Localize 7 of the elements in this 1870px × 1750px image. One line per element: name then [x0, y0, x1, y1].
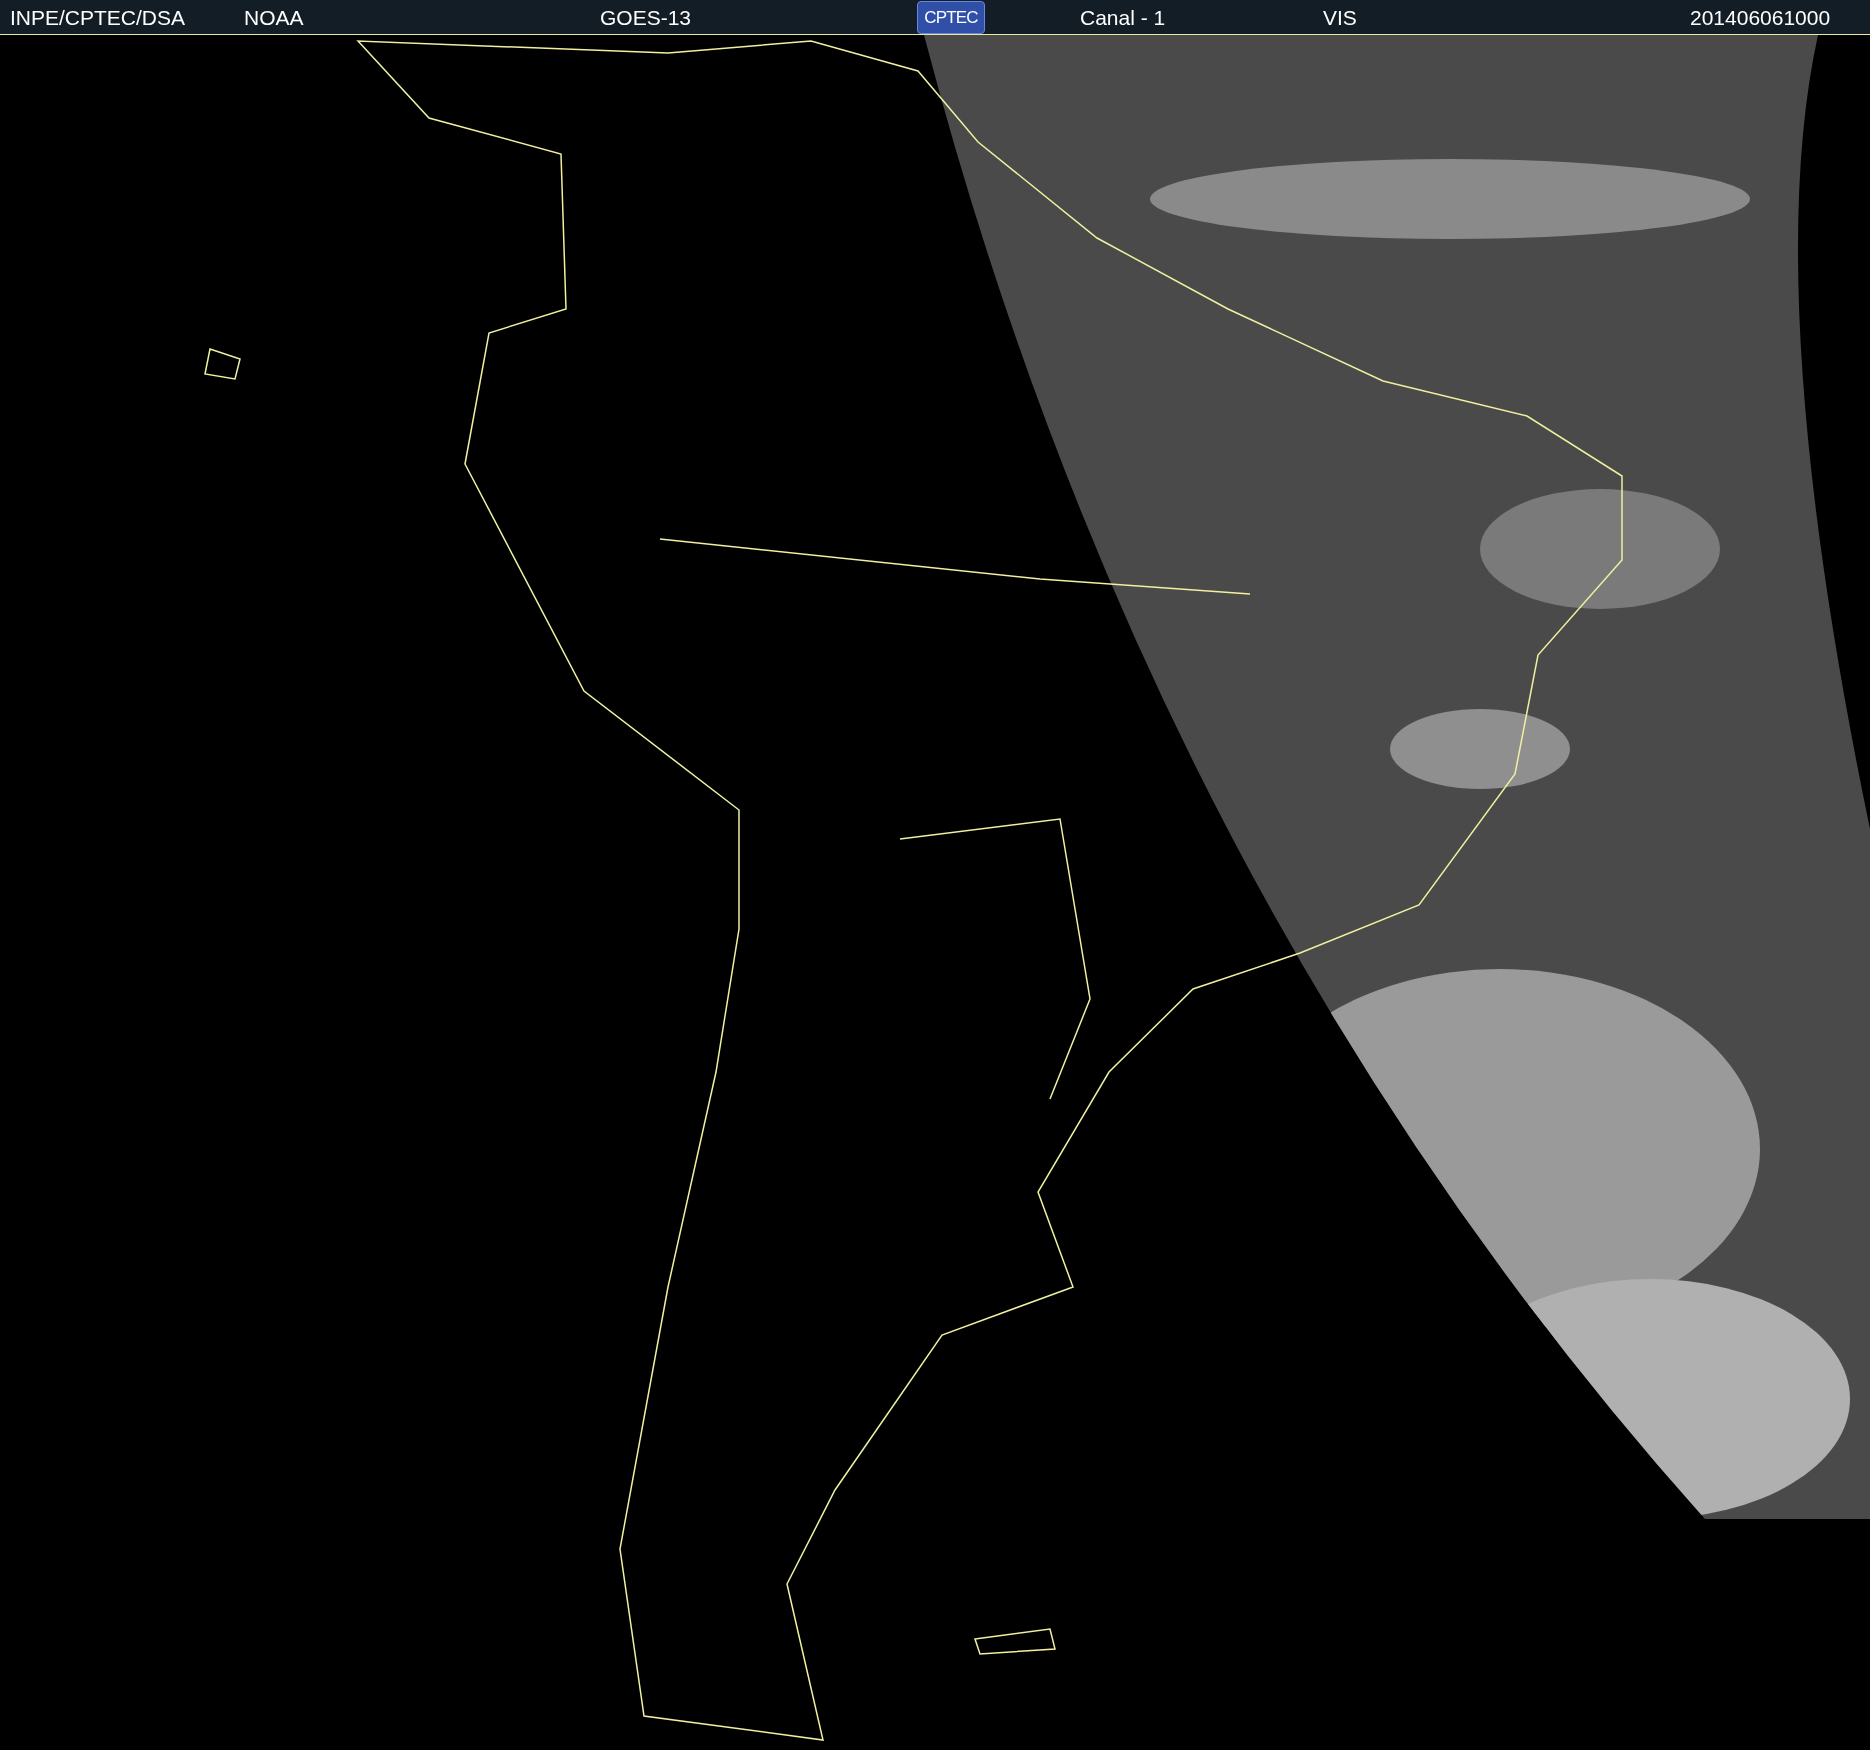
header-label: INPE/CPTEC/DSA [10, 6, 186, 28]
header-label: VIS [1323, 6, 1357, 28]
logo: CPTEC [917, 0, 985, 34]
header-label: GOES-13 [600, 6, 692, 28]
header-label: Canal - 1 [1080, 6, 1166, 28]
header-label: NOAA [244, 6, 304, 28]
header-label: 201406061000 [1690, 6, 1831, 28]
